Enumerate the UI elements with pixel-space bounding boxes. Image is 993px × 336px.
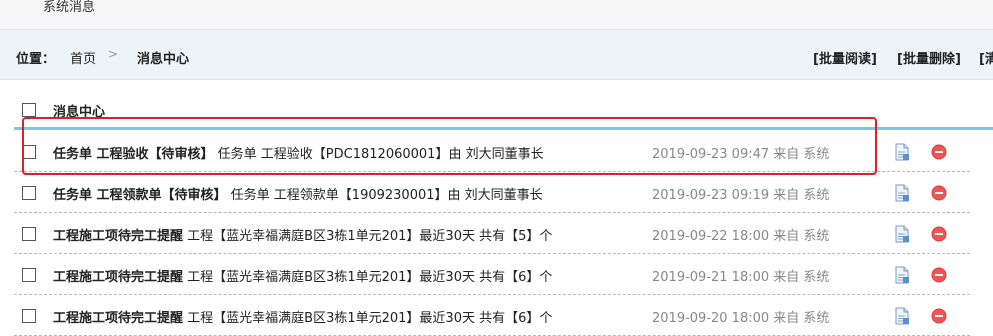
delete-icon[interactable] xyxy=(931,267,947,283)
message-title: 工程施工项待完工提醒 xyxy=(53,311,184,326)
breadcrumb-label: 位置： xyxy=(16,52,56,67)
document-view-icon[interactable] xyxy=(893,184,911,202)
message-time: 2019-09-23 09:19 来自 系统 xyxy=(652,188,830,203)
message-detail: 工程【蓝光幸福满庭B区3栋1单元201】最近30天 共有【5】个 xyxy=(187,229,553,244)
message-row[interactable]: 任务单 工程领款单【待审核】 任务单 工程领款单【1909230001】由 刘大… xyxy=(0,172,993,213)
message-detail: 工程【蓝光幸福满庭B区3栋1单元201】最近30天 共有【6】个 xyxy=(187,311,553,326)
message-title: 工程施工项待完工提醒 xyxy=(53,229,184,244)
row-checkbox[interactable] xyxy=(22,309,36,323)
batch-read-button[interactable]: [批量阅读] xyxy=(813,48,877,67)
row-checkbox[interactable] xyxy=(22,186,36,200)
title-bar: 系统消息 xyxy=(0,0,993,30)
select-all-checkbox[interactable] xyxy=(22,103,36,117)
message-text[interactable]: 工程施工项待完工提醒 工程【蓝光幸福满庭B区3栋1单元201】最近30天 共有【… xyxy=(53,266,552,285)
message-text[interactable]: 工程施工项待完工提醒 工程【蓝光幸福满庭B区3栋1单元201】最近30天 共有【… xyxy=(53,225,552,244)
breadcrumb-home-link[interactable]: 首页 xyxy=(70,48,96,67)
document-view-icon[interactable] xyxy=(893,143,911,161)
highlight-box xyxy=(22,117,877,175)
message-detail: 任务单 工程领款单【1909230001】由 刘大同董事长 xyxy=(230,188,543,203)
breadcrumb-separator-icon: > xyxy=(108,47,119,61)
breadcrumb-bar: 位置： 首页 > 消息中心 [批量阅读] [批量删除] [清 xyxy=(0,30,993,80)
delete-icon[interactable] xyxy=(931,226,947,242)
message-title: 任务单 工程领款单【待审核】 xyxy=(53,188,227,203)
document-view-icon[interactable] xyxy=(893,266,911,284)
message-detail: 工程【蓝光幸福满庭B区3栋1单元201】最近30天 共有【6】个 xyxy=(187,270,553,285)
message-time: 2019-09-21 18:00 来自 系统 xyxy=(652,270,830,285)
message-row[interactable]: 工程施工项待完工提醒 工程【蓝光幸福满庭B区3栋1单元201】最近30天 共有【… xyxy=(0,213,993,254)
delete-icon[interactable] xyxy=(931,185,947,201)
document-view-icon[interactable] xyxy=(893,225,911,243)
batch-delete-button[interactable]: [批量删除] xyxy=(897,48,961,67)
row-checkbox[interactable] xyxy=(22,227,36,241)
breadcrumb-current: 消息中心 xyxy=(137,52,190,67)
window-title: 系统消息 xyxy=(43,0,96,15)
batch-action-button-partial[interactable]: [清 xyxy=(979,48,993,67)
message-title: 工程施工项待完工提醒 xyxy=(53,270,184,285)
delete-icon[interactable] xyxy=(931,144,947,160)
message-row[interactable]: 工程施工项待完工提醒 工程【蓝光幸福满庭B区3栋1单元201】最近30天 共有【… xyxy=(0,254,993,295)
row-checkbox[interactable] xyxy=(22,268,36,282)
delete-icon[interactable] xyxy=(931,308,947,324)
message-time: 2019-09-22 18:00 来自 系统 xyxy=(652,229,830,244)
message-row[interactable]: 工程施工项待完工提醒 工程【蓝光幸福满庭B区3栋1单元201】最近30天 共有【… xyxy=(0,295,993,336)
message-text[interactable]: 任务单 工程领款单【待审核】 任务单 工程领款单【1909230001】由 刘大… xyxy=(53,184,543,203)
